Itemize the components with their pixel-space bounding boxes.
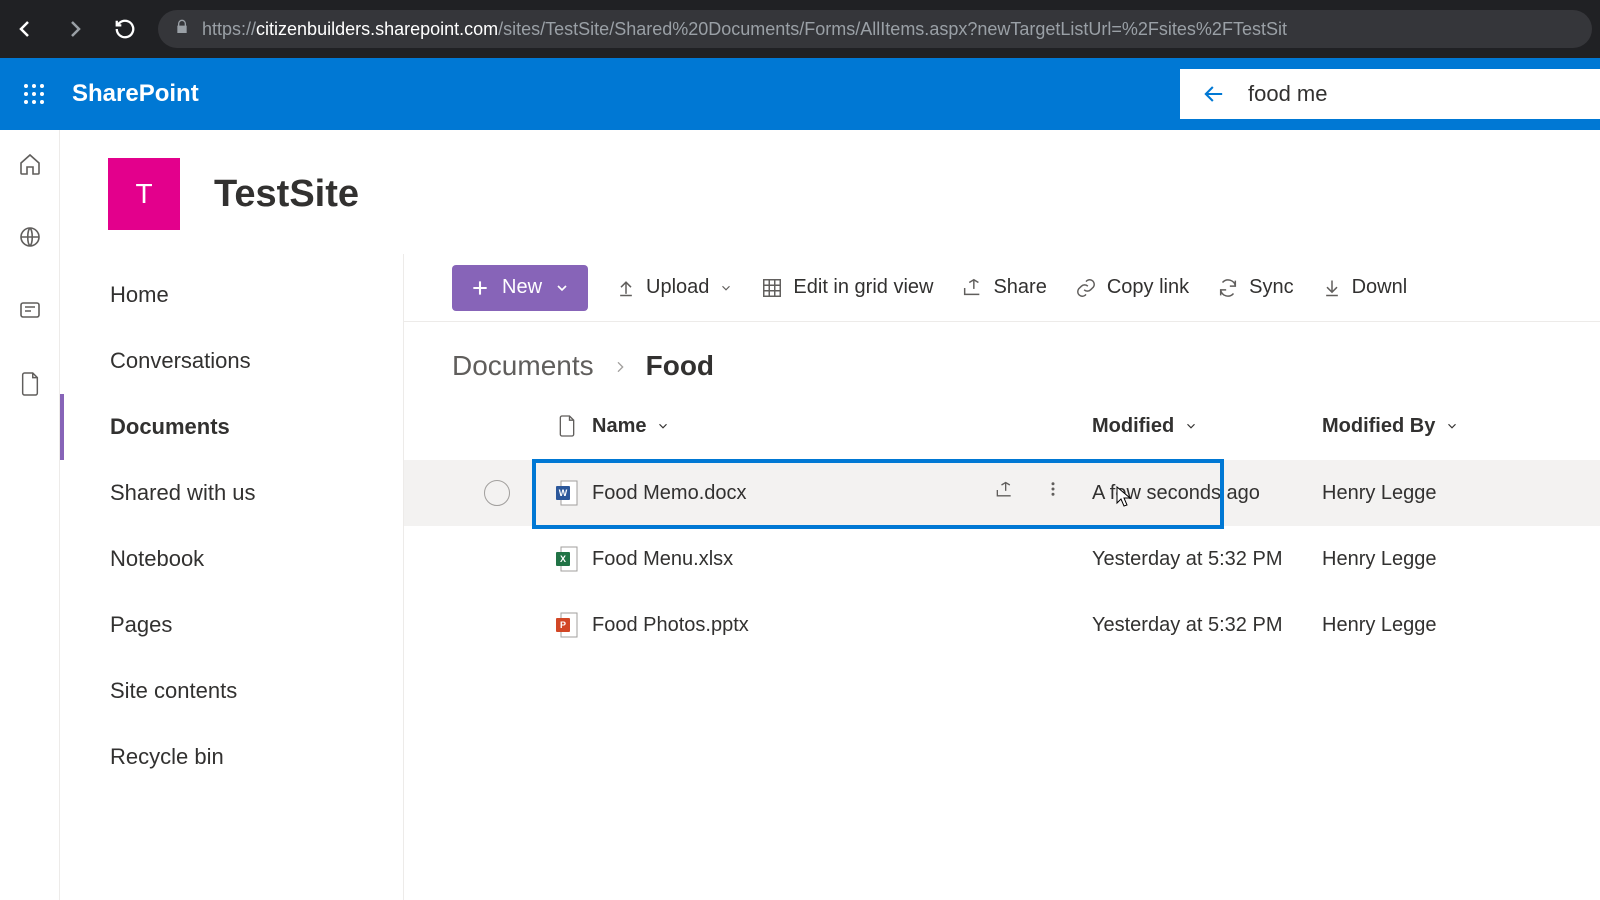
nav-item-pages[interactable]: Pages [60, 592, 403, 658]
news-icon[interactable] [18, 298, 42, 327]
modified-cell: Yesterday at 5:32 PM [1092, 548, 1322, 571]
nav-item-site-contents[interactable]: Site contents [60, 658, 403, 724]
download-button[interactable]: Downl [1322, 276, 1408, 299]
chevron-down-icon [656, 419, 670, 433]
chevron-down-icon [719, 281, 733, 295]
table-header: Name Modified Modified By [404, 392, 1600, 460]
search-input[interactable] [1248, 81, 1508, 107]
nav-item-recycle-bin[interactable]: Recycle bin [60, 724, 403, 790]
site-logo[interactable]: T [108, 158, 180, 230]
back-button[interactable] [8, 12, 42, 46]
nav-item-conversations[interactable]: Conversations [60, 328, 403, 394]
file-name[interactable]: Food Menu.xlsx [592, 548, 733, 571]
file-type-icon[interactable] [542, 414, 592, 438]
row-select[interactable] [484, 480, 510, 506]
search-back-icon[interactable] [1200, 80, 1228, 108]
home-icon[interactable] [18, 152, 42, 181]
sync-button[interactable]: Sync [1217, 276, 1293, 299]
globe-icon[interactable] [18, 225, 42, 254]
left-rail [0, 130, 60, 900]
reload-button[interactable] [108, 12, 142, 46]
file-row[interactable]: P Food Photos.pptx Yesterday at 5:32 PMHen… [404, 592, 1600, 658]
chevron-down-icon [1184, 419, 1198, 433]
file-icon: X [542, 546, 592, 572]
chevron-down-icon [1445, 419, 1459, 433]
file-icon: P [542, 612, 592, 638]
site-header: T TestSite [60, 130, 1600, 254]
new-button[interactable]: New [452, 265, 588, 311]
modified-by-cell[interactable]: Henry Legge [1322, 482, 1522, 505]
svg-text:X: X [560, 554, 566, 564]
chevron-down-icon [554, 280, 570, 296]
file-row[interactable]: X Food Menu.xlsx Yesterday at 5:32 PMHenry… [404, 526, 1600, 592]
nav-item-home[interactable]: Home [60, 262, 403, 328]
breadcrumb-root[interactable]: Documents [452, 350, 594, 382]
nav-item-shared-with-us[interactable]: Shared with us [60, 460, 403, 526]
site-title[interactable]: TestSite [214, 173, 359, 216]
modified-cell: Yesterday at 5:32 PM [1092, 614, 1322, 637]
suite-bar: SharePoint [0, 58, 1600, 130]
modified-by-cell[interactable]: Henry Legge [1322, 548, 1522, 571]
product-name[interactable]: SharePoint [68, 80, 199, 108]
search-box[interactable] [1180, 69, 1600, 119]
selection-highlight [532, 459, 1224, 529]
col-name[interactable]: Name [592, 415, 1092, 438]
browser-toolbar: https://citizenbuilders.sharepoint.com/s… [0, 0, 1600, 58]
command-bar: New Upload Edit in grid view Shar [404, 254, 1600, 322]
address-bar[interactable]: https://citizenbuilders.sharepoint.com/s… [158, 10, 1592, 48]
nav-item-notebook[interactable]: Notebook [60, 526, 403, 592]
lock-icon [174, 18, 190, 41]
copy-link-button[interactable]: Copy link [1075, 276, 1189, 299]
chevron-right-icon [612, 350, 628, 382]
breadcrumb: Documents Food [404, 322, 1600, 392]
col-modified-by[interactable]: Modified By [1322, 415, 1522, 438]
forward-button[interactable] [58, 12, 92, 46]
app-launcher[interactable] [0, 58, 68, 130]
url-text: https://citizenbuilders.sharepoint.com/s… [202, 19, 1287, 40]
col-modified[interactable]: Modified [1092, 415, 1322, 438]
files-icon[interactable] [19, 371, 41, 402]
modified-by-cell[interactable]: Henry Legge [1322, 614, 1522, 637]
share-button[interactable]: Share [961, 276, 1046, 299]
edit-grid-button[interactable]: Edit in grid view [761, 276, 933, 299]
svg-text:P: P [560, 620, 566, 630]
site-nav: HomeConversationsDocumentsShared with us… [60, 254, 404, 900]
breadcrumb-leaf: Food [646, 350, 714, 382]
nav-item-documents[interactable]: Documents [60, 394, 403, 460]
new-button-label: New [502, 276, 542, 299]
upload-button[interactable]: Upload [616, 276, 733, 299]
file-name[interactable]: Food Photos.pptx [592, 614, 749, 637]
